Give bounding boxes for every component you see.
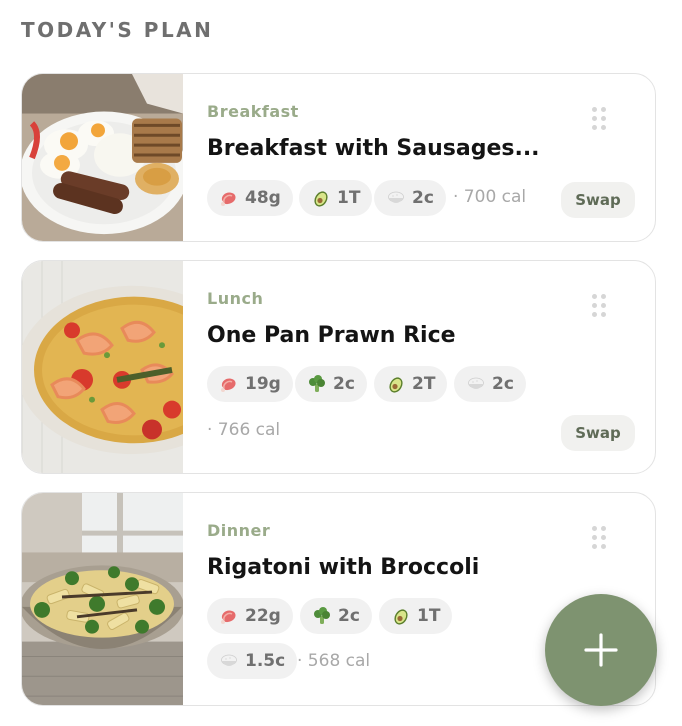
calories-label: · 700 cal: [453, 187, 527, 207]
meal-type-label: Lunch: [207, 289, 264, 308]
meal-type-label: Dinner: [207, 521, 271, 540]
drag-handle-icon[interactable]: [592, 107, 606, 131]
fat-value: 2T: [412, 374, 436, 394]
carbs-pill: 2c: [374, 180, 446, 216]
broccoli-icon: [312, 606, 332, 626]
swap-button[interactable]: Swap: [561, 415, 635, 451]
calories-label: · 568 cal: [297, 651, 371, 671]
meal-image-dinner: [22, 493, 183, 705]
avocado-icon: [386, 374, 406, 394]
grain-bowl-icon: [219, 651, 239, 671]
meal-card-breakfast[interactable]: Breakfast Breakfast with Sausages... 48g…: [21, 73, 656, 242]
fat-pill: 2T: [374, 366, 448, 402]
meal-title[interactable]: Rigatoni with Broccoli: [207, 555, 547, 580]
meal-image-breakfast: [22, 74, 183, 241]
veg-pill: 2c: [295, 366, 367, 402]
meal-type-label: Breakfast: [207, 102, 299, 121]
avocado-icon: [311, 188, 331, 208]
meal-title[interactable]: One Pan Prawn Rice: [207, 323, 547, 348]
veg-value: 2c: [338, 606, 360, 626]
broccoli-icon: [307, 374, 327, 394]
grain-bowl-icon: [466, 374, 486, 394]
carbs-value: 1.5c: [245, 651, 286, 671]
fat-pill: 1T: [379, 598, 453, 634]
protein-value: 19g: [245, 374, 281, 394]
carbs-value: 2c: [492, 374, 514, 394]
meat-icon: [219, 606, 239, 626]
veg-pill: 2c: [300, 598, 372, 634]
drag-handle-icon[interactable]: [592, 294, 606, 318]
protein-value: 48g: [245, 188, 281, 208]
avocado-icon: [391, 606, 411, 626]
plus-icon: [584, 633, 618, 667]
protein-value: 22g: [245, 606, 281, 626]
carbs-pill: 1.5c: [207, 643, 298, 679]
meat-icon: [219, 188, 239, 208]
protein-pill: 48g: [207, 180, 293, 216]
swap-button[interactable]: Swap: [561, 182, 635, 218]
meat-icon: [219, 374, 239, 394]
calories-label: · 766 cal: [207, 420, 281, 440]
meal-card-lunch[interactable]: Lunch One Pan Prawn Rice 19g 2c 2T 2c · …: [21, 260, 656, 474]
fat-value: 1T: [417, 606, 441, 626]
protein-pill: 19g: [207, 366, 293, 402]
add-meal-button[interactable]: [545, 594, 657, 706]
carbs-value: 2c: [412, 188, 434, 208]
protein-pill: 22g: [207, 598, 293, 634]
meal-image-lunch: [22, 261, 183, 473]
veg-value: 2c: [333, 374, 355, 394]
fat-pill: 1T: [299, 180, 373, 216]
grain-bowl-icon: [386, 188, 406, 208]
section-title: TODAY'S PLAN: [21, 18, 214, 42]
drag-handle-icon[interactable]: [592, 526, 606, 550]
fat-value: 1T: [337, 188, 361, 208]
meal-title[interactable]: Breakfast with Sausages...: [207, 136, 547, 161]
carbs-pill: 2c: [454, 366, 526, 402]
